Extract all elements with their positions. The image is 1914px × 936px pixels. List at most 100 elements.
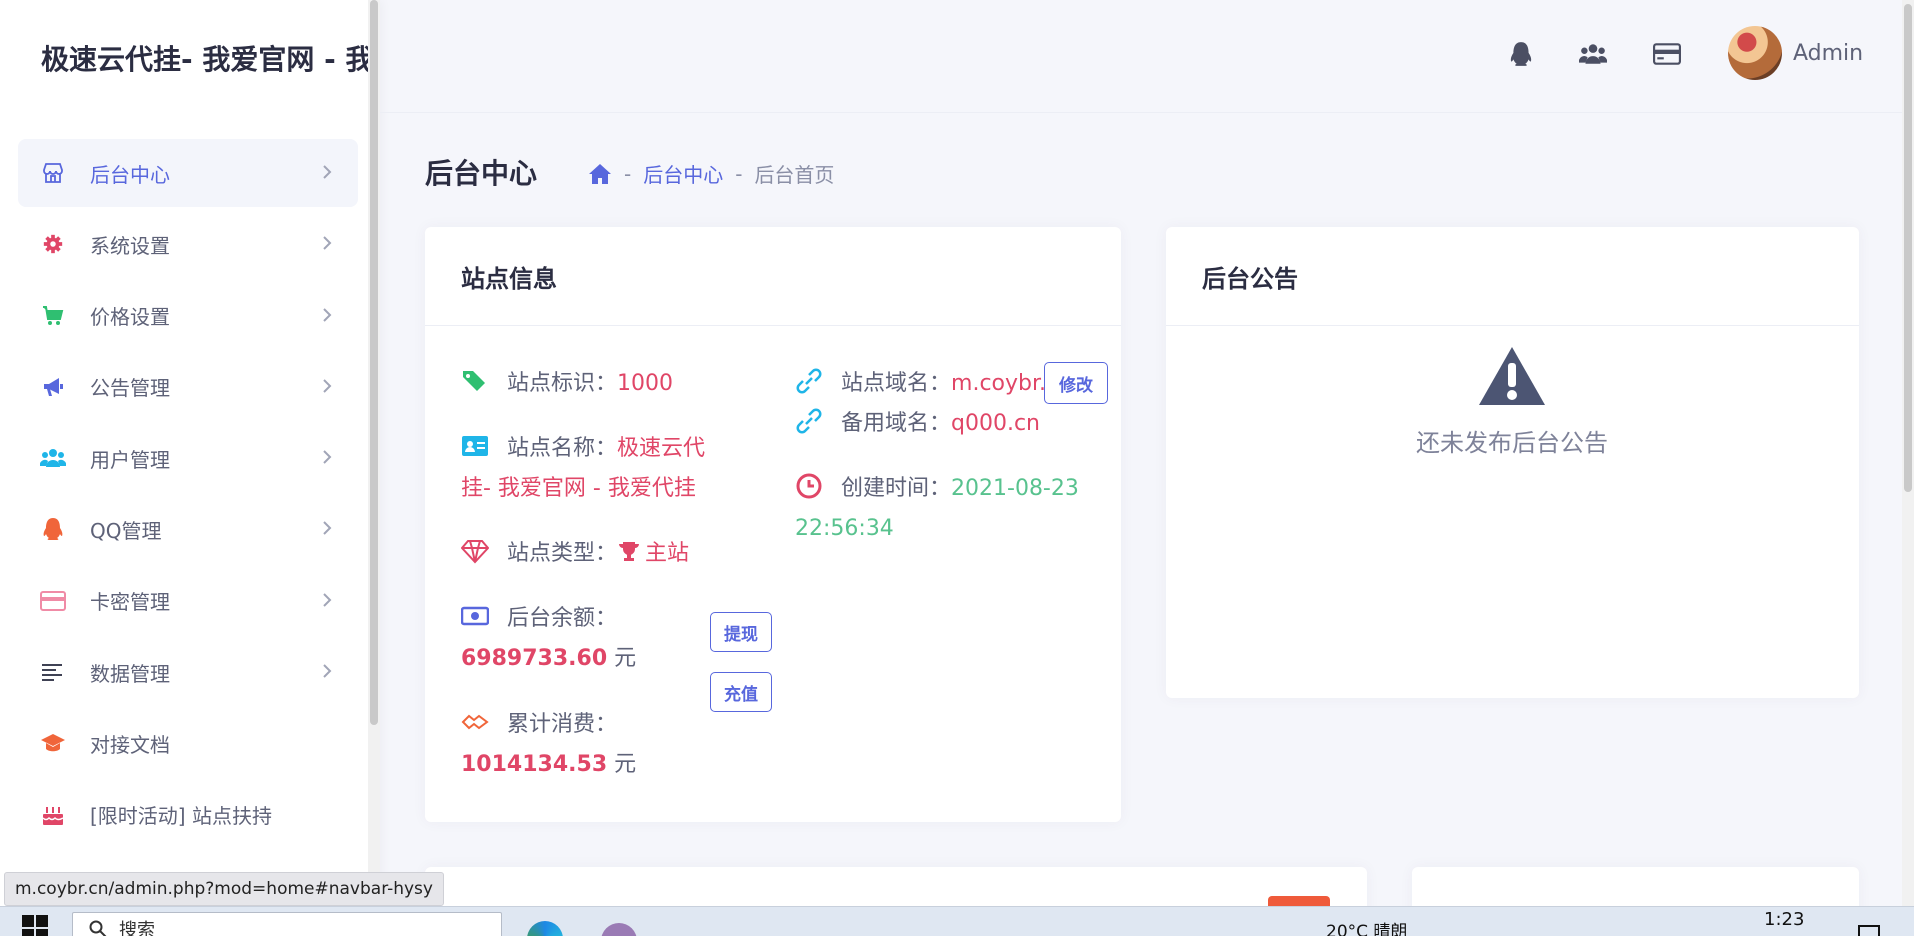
spent-row: 累计消费： <box>461 705 617 745</box>
breadcrumb: - 后台中心 - 后台首页 <box>588 159 834 188</box>
breadcrumb-separator: - <box>624 161 632 186</box>
sidebar-item-api-docs[interactable]: 对接文档 <box>18 709 358 777</box>
sidebar-item-announcements[interactable]: 公告管理 <box>18 353 358 421</box>
page-scrollbar[interactable] <box>1902 0 1914 906</box>
withdraw-button[interactable]: 提现 <box>710 612 772 652</box>
card-icon <box>40 588 66 614</box>
sidebar-item-label: 数据管理 <box>90 661 170 686</box>
balance-label: 后台余额： <box>507 606 618 631</box>
sidebar-item-qq[interactable]: QQ管理 <box>18 495 358 563</box>
created-row: 创建时间：2021-08-23 <box>795 469 1079 509</box>
windows-start-icon[interactable] <box>22 915 48 936</box>
cart-icon <box>40 303 66 329</box>
edit-domain-button[interactable]: 修改 <box>1044 362 1108 404</box>
domain-label: 站点域名： <box>841 371 952 396</box>
site-id-value: 1000 <box>617 371 674 396</box>
site-info-card: 站点信息 站点标识：1000 站点名称：极速云代 挂- 我爱官网 - 我爱代挂 … <box>425 227 1121 822</box>
store-icon <box>40 160 66 186</box>
backup-domain-label: 备用域名： <box>841 411 952 436</box>
search-placeholder: 搜索 <box>119 920 155 936</box>
breadcrumb-link-dashboard[interactable]: 后台中心 <box>643 159 723 188</box>
card-title: 站点信息 <box>461 264 557 293</box>
taskbar-search-input[interactable]: 搜索 <box>72 912 502 936</box>
app-icon[interactable] <box>601 923 637 936</box>
users-icon[interactable] <box>1577 38 1609 70</box>
sidebar-item-data[interactable]: 数据管理 <box>18 638 358 706</box>
sidebar-item-label: 对接文档 <box>90 732 170 757</box>
created-date: 2021-08-23 <box>951 476 1079 501</box>
site-name-row: 站点名称：极速云代 <box>461 429 705 469</box>
sidebar-item-dashboard[interactable]: 后台中心 <box>18 139 358 207</box>
gear-icon <box>40 231 66 257</box>
megaphone-icon <box>40 374 66 400</box>
chevron-right-icon <box>323 379 332 393</box>
scrollbar-thumb[interactable] <box>1904 4 1912 492</box>
recharge-button[interactable]: 充值 <box>710 672 772 712</box>
balance-value-row: 6989733.60 元 <box>461 639 636 679</box>
clock-icon <box>796 473 822 499</box>
empty-notice: 还未发布后台公告 <box>1166 345 1858 458</box>
qq-icon[interactable] <box>1505 38 1537 70</box>
sidebar-item-label: 卡密管理 <box>90 590 170 615</box>
brand-title[interactable]: 极速云代挂- 我爱官网 - 我爱代挂 <box>41 38 371 78</box>
sidebar-item-label: 公告管理 <box>90 376 170 401</box>
home-icon[interactable] <box>588 163 612 185</box>
sidebar-item-label: 后台中心 <box>90 162 170 187</box>
chevron-right-icon <box>323 307 332 322</box>
breadcrumb-current: 后台首页 <box>754 163 835 187</box>
cake-icon <box>40 802 66 828</box>
chevron-right-icon <box>323 450 332 464</box>
spent-label: 累计消费： <box>507 712 618 737</box>
handshake-icon <box>461 714 489 730</box>
sidebar-item-cards[interactable]: 卡密管理 <box>18 567 358 635</box>
sidebar-item-label: 用户管理 <box>90 447 170 472</box>
sidebar: 极速云代挂- 我爱官网 - 我爱代挂 后台中心 系统设置 价格设置 <box>0 0 380 906</box>
card-header: 站点信息 <box>425 227 1121 326</box>
notification-icon[interactable] <box>1858 925 1880 936</box>
backup-domain-row: 备用域名：q000.cn <box>795 404 1040 444</box>
site-name-value-cont: 挂- 我爱官网 - 我爱代挂 <box>461 476 696 501</box>
sidebar-item-users[interactable]: 用户管理 <box>18 424 358 492</box>
taskbar-weather[interactable]: 20°C 晴朗 <box>1326 917 1407 936</box>
site-id-label: 站点标识： <box>507 371 618 396</box>
sidebar-menu: 后台中心 系统设置 价格设置 公告管理 用户管理 QQ管理 卡密管理 数据管理 … <box>18 139 358 852</box>
admin-username[interactable]: Admin <box>1793 41 1863 66</box>
site-id-row: 站点标识：1000 <box>461 364 673 404</box>
spent-unit: 元 <box>607 752 637 777</box>
os-taskbar: 搜索 20°C 晴朗 1:23 <box>0 906 1914 936</box>
sidebar-scrollbar[interactable] <box>368 0 380 906</box>
scrollbar-thumb[interactable] <box>370 0 378 725</box>
taskbar-clock[interactable]: 1:23 <box>1764 909 1804 930</box>
id-card-icon <box>462 436 488 456</box>
chevron-right-icon <box>323 165 332 179</box>
users-icon <box>40 445 66 471</box>
link-icon <box>796 368 822 394</box>
edge-browser-icon[interactable] <box>527 921 563 936</box>
trophy-icon <box>619 542 640 561</box>
money-bill-icon <box>461 606 489 626</box>
breadcrumb-separator: - <box>735 161 743 186</box>
site-type-value: 主站 <box>645 541 690 566</box>
sidebar-item-label: 系统设置 <box>90 233 170 258</box>
chevron-right-icon <box>323 521 332 536</box>
card-icon[interactable] <box>1651 38 1683 70</box>
sidebar-item-system-settings[interactable]: 系统设置 <box>18 210 358 278</box>
site-type-row: 站点类型： 主站 <box>461 534 689 574</box>
site-name-value: 极速云代 <box>617 436 706 461</box>
notice-card: 后台公告 还未发布后台公告 <box>1166 227 1859 698</box>
link-icon <box>796 408 822 434</box>
sidebar-item-price-settings[interactable]: 价格设置 <box>18 282 358 350</box>
topbar-divider <box>380 112 1914 113</box>
sidebar-item-label: QQ管理 <box>90 518 162 543</box>
status-url-tooltip: m.coybr.cn/admin.php?mod=home#navbar-hys… <box>4 872 444 906</box>
avatar[interactable] <box>1728 26 1782 80</box>
sidebar-item-label: 价格设置 <box>90 305 170 330</box>
balance-row: 后台余额： <box>461 599 617 639</box>
backup-domain-value: q000.cn <box>951 411 1041 436</box>
chevron-right-icon <box>323 593 332 607</box>
sidebar-item-site-support[interactable]: [限时活动] 站点扶持 <box>18 781 358 849</box>
card-header: 后台公告 <box>1166 227 1859 326</box>
tags-icon <box>463 371 485 391</box>
created-time: 22:56:34 <box>795 516 894 541</box>
warning-icon <box>1479 347 1545 405</box>
